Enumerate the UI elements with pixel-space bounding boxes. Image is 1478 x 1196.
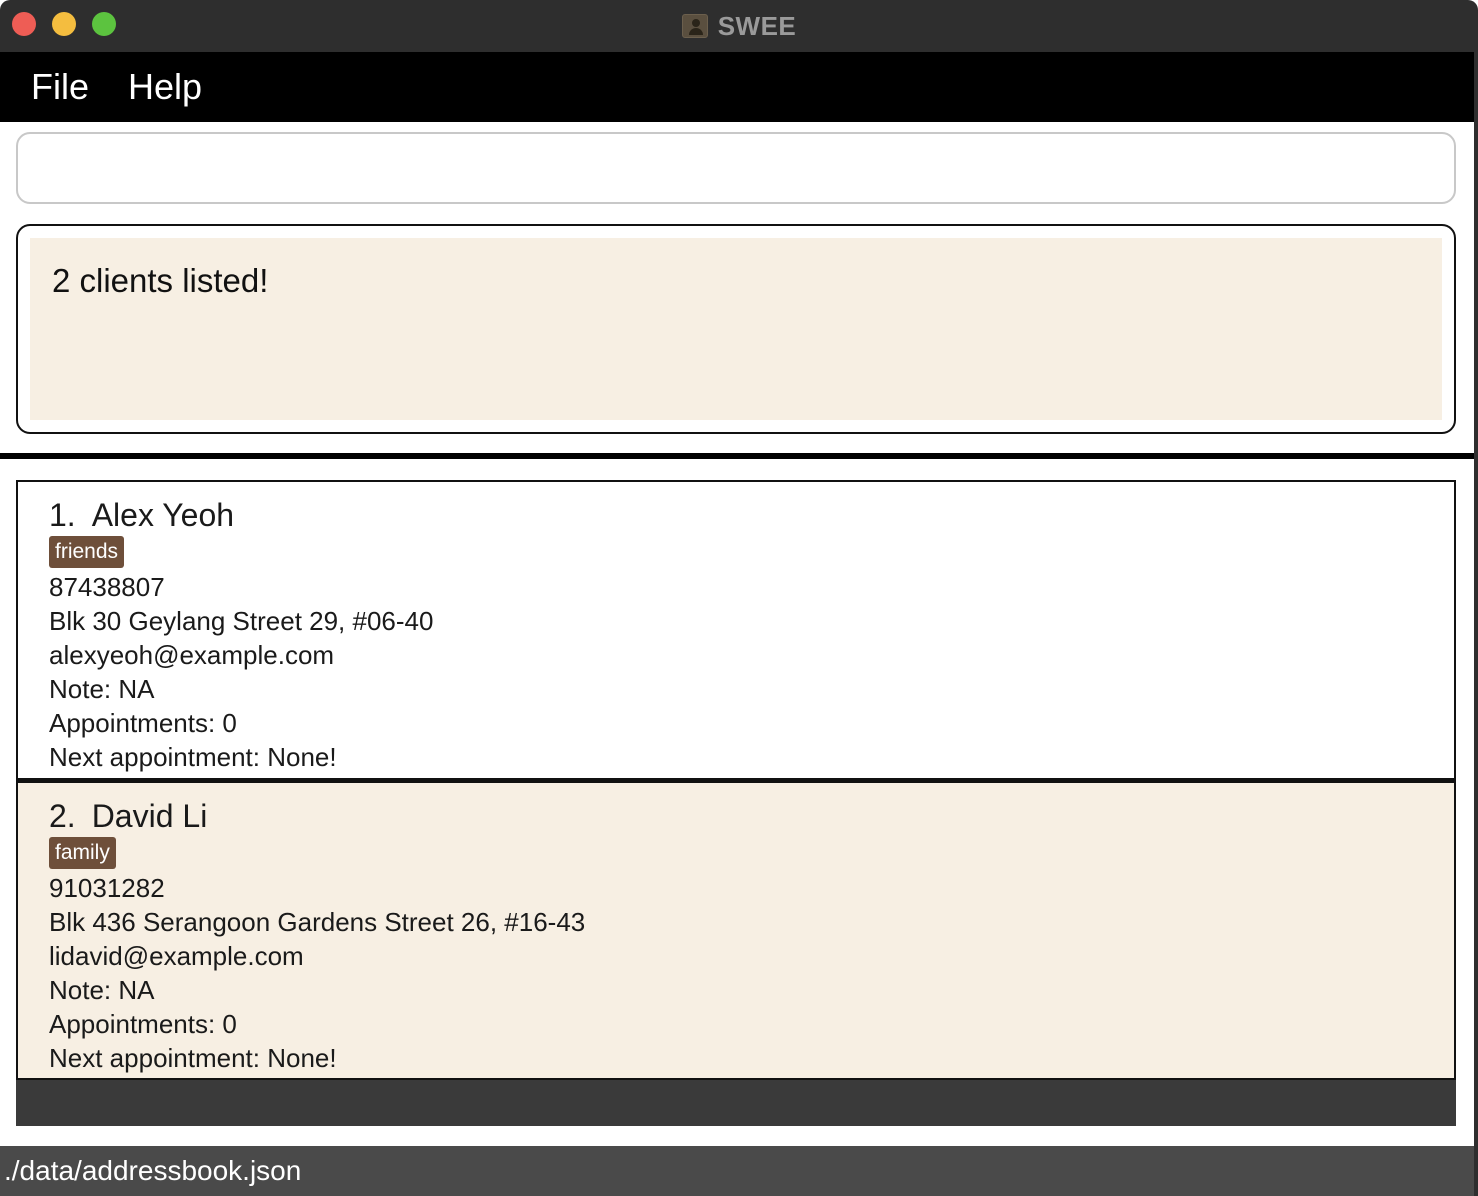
close-window-button[interactable] xyxy=(12,12,36,36)
client-tag: friends xyxy=(49,536,125,568)
client-email: lidavid@example.com xyxy=(49,941,304,971)
client-address: Blk 436 Serangoon Gardens Street 26, #16… xyxy=(49,907,586,937)
client-appointments: Appointments: 0 xyxy=(49,708,237,738)
client-email: alexyeoh@example.com xyxy=(49,640,335,670)
minimize-window-button[interactable] xyxy=(52,12,76,36)
address-book-icon xyxy=(681,14,708,38)
maximize-window-button[interactable] xyxy=(92,12,116,36)
split-divider[interactable] xyxy=(0,453,1478,459)
client-card-selected[interactable]: 2. David Li family 91031282 Blk 436 Seran… xyxy=(16,780,1456,1080)
client-tag: family xyxy=(49,837,116,869)
result-display-content[interactable]: 2 clients listed! xyxy=(30,238,1442,420)
status-bar: ./data/addressbook.json xyxy=(0,1146,1478,1196)
client-index: 2. xyxy=(49,798,76,834)
client-card[interactable]: 1. Alex Yeoh friends 87438807 Blk 30 Geyl… xyxy=(16,480,1456,780)
client-name-row: 2. David Li xyxy=(49,797,1423,835)
client-list: 1. Alex Yeoh friends 87438807 Blk 30 Geyl… xyxy=(16,480,1456,1126)
result-message: 2 clients listed! xyxy=(52,262,269,299)
client-name: Alex Yeoh xyxy=(91,497,235,533)
app-window: SWEE File Help 2 clients listed! 1. Alex … xyxy=(0,0,1478,1196)
window-title-group: SWEE xyxy=(681,10,797,42)
window-edge xyxy=(1474,52,1478,1196)
menu-file[interactable]: File xyxy=(31,66,89,108)
menu-help[interactable]: Help xyxy=(128,66,202,108)
client-note: Note: NA xyxy=(49,674,155,704)
menu-bar: File Help xyxy=(0,52,1478,122)
client-phone: 87438807 xyxy=(49,572,165,602)
client-next-appointment: Next appointment: None! xyxy=(49,742,337,772)
client-index: 1. xyxy=(49,497,76,533)
client-name: David Li xyxy=(91,798,208,834)
command-input[interactable] xyxy=(16,132,1456,204)
client-next-appointment: Next appointment: None! xyxy=(49,1043,337,1073)
client-appointments: Appointments: 0 xyxy=(49,1009,237,1039)
client-phone: 91031282 xyxy=(49,873,165,903)
title-bar: SWEE xyxy=(0,0,1478,52)
result-display: 2 clients listed! xyxy=(16,224,1456,434)
client-address: Blk 30 Geylang Street 29, #06-40 xyxy=(49,606,434,636)
client-note: Note: NA xyxy=(49,975,155,1005)
window-title: SWEE xyxy=(717,10,797,41)
save-location-path: ./data/addressbook.json xyxy=(4,1155,302,1186)
client-name-row: 1. Alex Yeoh xyxy=(49,496,1423,534)
